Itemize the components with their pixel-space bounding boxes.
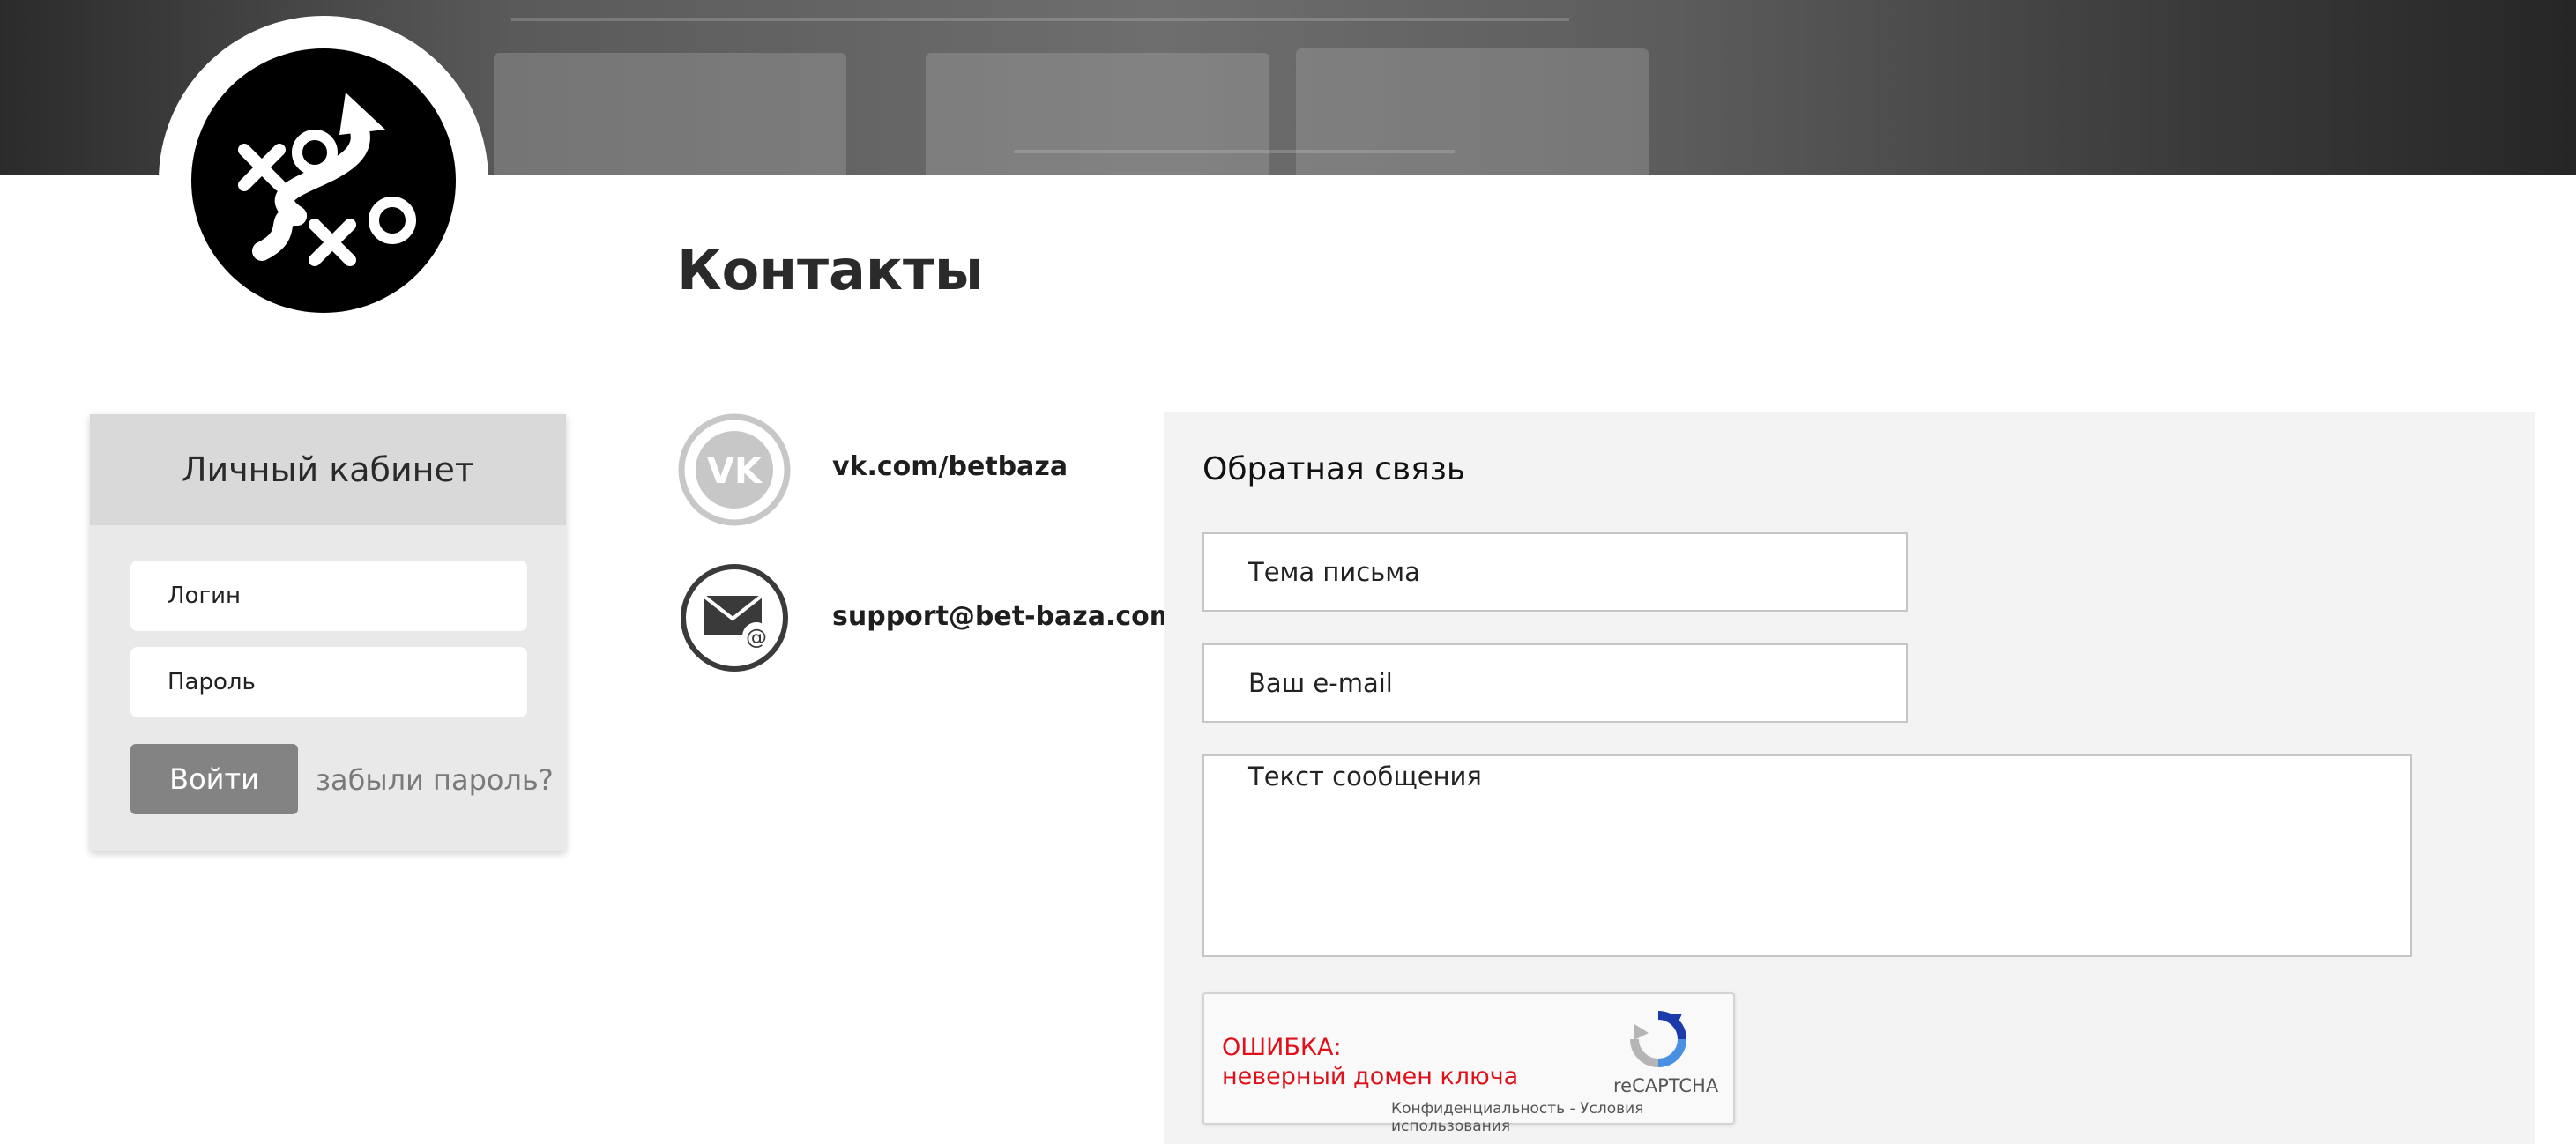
- recaptcha-icon: [1630, 1011, 1686, 1067]
- login-input[interactable]: [130, 561, 527, 631]
- svg-text:VK: VK: [707, 451, 763, 492]
- svg-text:@: @: [746, 625, 767, 650]
- email-field[interactable]: [1202, 643, 1908, 723]
- captcha-error-message: неверный домен ключа: [1222, 1063, 1519, 1090]
- privacy-link[interactable]: Конфиденциальность: [1391, 1100, 1565, 1118]
- support-email-link[interactable]: support@bet-baza.com: [832, 601, 1177, 632]
- banner-decoration: [511, 18, 1569, 21]
- recaptcha-brand: reCAPTCHA: [1613, 1075, 1719, 1096]
- captcha-error: ОШИБКА: неверный домен ключа: [1222, 1033, 1518, 1091]
- vk-link[interactable]: vk.com/betbaza: [832, 451, 1068, 482]
- banner-decoration: [494, 53, 846, 175]
- feedback-title: Обратная связь: [1202, 451, 1466, 487]
- subject-input[interactable]: [1202, 532, 1908, 612]
- feedback-panel: Обратная связь ОШИБКА: неверный домен кл…: [1164, 412, 2535, 1144]
- site-logo[interactable]: [191, 48, 456, 313]
- page-title: Контакты: [677, 238, 984, 302]
- login-panel: Личный кабинет Войти забыли пароль?: [90, 414, 566, 851]
- mail-icon[interactable]: @: [679, 562, 790, 673]
- forgot-password-link[interactable]: забыли пароль?: [316, 763, 554, 797]
- banner-decoration: [926, 53, 1269, 175]
- login-title: Личный кабинет: [90, 414, 566, 525]
- banner-decoration: [1014, 150, 1455, 153]
- message-textarea[interactable]: [1202, 754, 2412, 957]
- captcha-links: Конфиденциальность - Условия использован…: [1391, 1100, 1733, 1135]
- links-separator: -: [1569, 1100, 1575, 1118]
- login-button[interactable]: Войти: [130, 744, 298, 814]
- tactics-xo-arrow-icon: [238, 93, 416, 266]
- password-input[interactable]: [130, 647, 527, 717]
- recaptcha-widget[interactable]: ОШИБКА: неверный домен ключа reCAPTCHA К…: [1202, 992, 1735, 1135]
- banner-decoration: [1296, 48, 1649, 175]
- captcha-error-title: ОШИБКА:: [1222, 1034, 1342, 1061]
- vk-icon[interactable]: VK: [677, 412, 792, 527]
